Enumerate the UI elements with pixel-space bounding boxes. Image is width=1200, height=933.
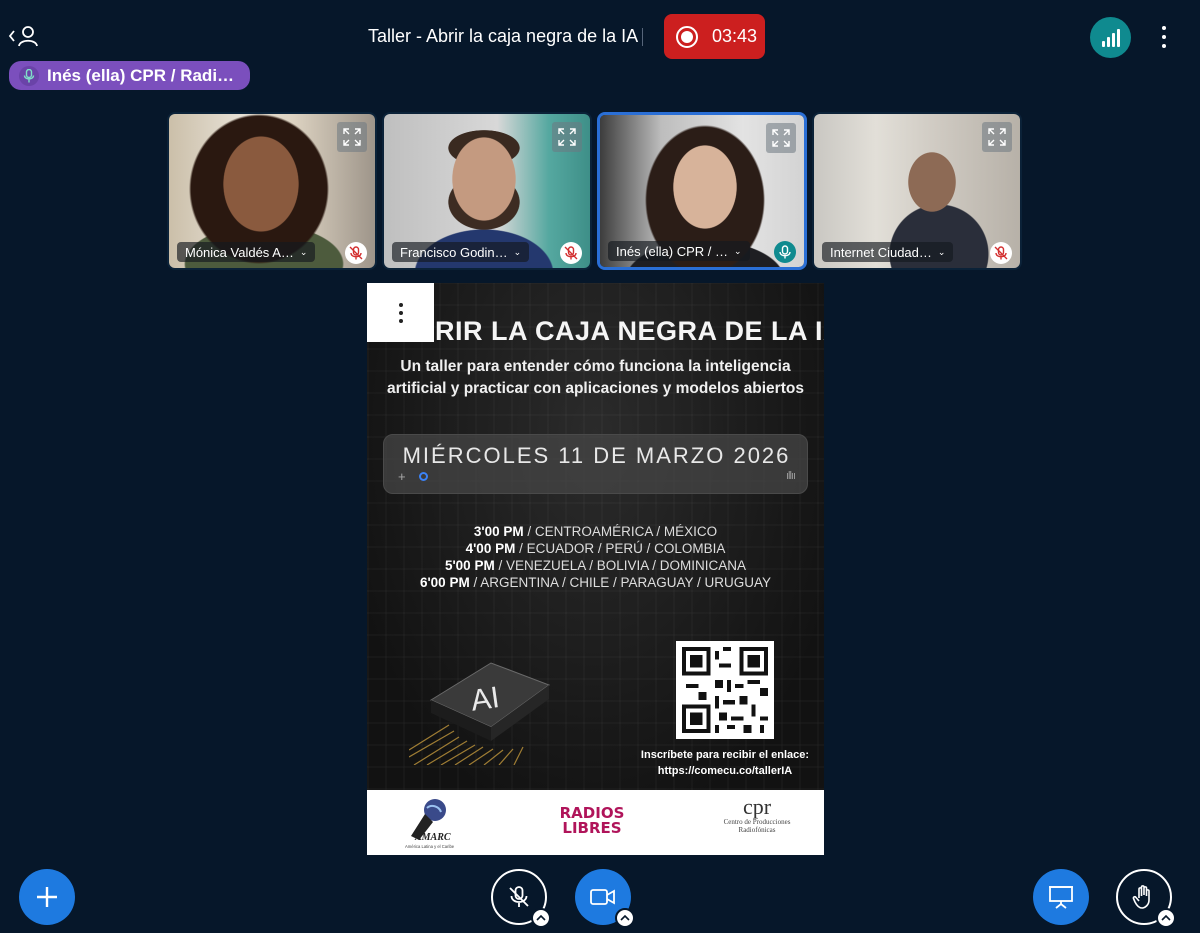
schedule-row: 3'00 PM / CENTROAMÉRICA / MÉXICO [367,523,824,540]
recording-timer: 03:43 [712,26,758,46]
record-icon [676,25,698,48]
camera-icon [590,889,615,905]
mic-icon [774,241,796,263]
meeting-title: Taller - Abrir la caja negra de la IA [368,26,639,46]
slide-subtitle-line: Un taller para entender cómo funciona la… [400,358,791,375]
reactions-caret[interactable] [1156,908,1176,928]
chevron-down-icon: ⌄ [733,245,742,256]
participant-name-dropdown[interactable]: Internet Ciudad… ⌄ [822,242,954,262]
hand-icon [1132,885,1150,909]
chevron-left-icon [8,30,15,42]
registration-cta: Inscríbete para recibir el enlace: https… [625,747,824,779]
chevron-up-icon [620,914,630,921]
slide-subtitle-line: artificial y practicar con aplicaciones … [387,380,804,397]
schedule-places: / ECUADOR / PERÚ / COLOMBIA [515,541,726,556]
participant-name: Inés (ella) CPR / … [616,243,728,259]
plus-icon [37,887,57,907]
chevron-down-icon: ⌄ [937,246,946,257]
fullscreen-button[interactable] [337,122,367,152]
more-vertical-icon [1162,26,1166,30]
globe-icon [419,472,428,481]
audio-wave-icon: ıllıı [785,470,796,482]
user-list-toggle-button[interactable] [8,22,42,50]
cpr-logo-mark: cpr [742,794,772,819]
fullscreen-icon [558,128,576,146]
svg-text:América Latina y el Caribe: América Latina y el Caribe [405,844,455,849]
fullscreen-button[interactable] [766,123,796,153]
talking-user-name: Inés (ella) CPR / Radi… [47,65,235,85]
mic-off-icon [345,242,367,264]
talking-indicator[interactable]: Inés (ella) CPR / Radi… [9,61,250,90]
radios-logo-line: LIBRES [562,819,622,837]
participant-name: Internet Ciudad… [830,244,932,260]
participant-name-dropdown[interactable]: Inés (ella) CPR / … ⌄ [608,241,750,261]
fullscreen-icon [343,128,361,146]
participant-name: Francisco Godin… [400,244,508,260]
chip-label: AI [469,681,502,718]
video-tile[interactable]: Mónica Valdés A… ⌄ [167,112,377,270]
date-banner: MIÉRCOLES 11 DE MARZO 2026 + ıllıı [383,434,808,494]
presentation-button[interactable] [1033,869,1089,925]
schedule-row: 4'00 PM / ECUADOR / PERÚ / COLOMBIA [367,540,824,557]
signal-bars-icon [1101,41,1105,47]
fullscreen-button[interactable] [982,122,1012,152]
radios-libres-logo: RADIOS LIBRES [549,806,635,836]
registration-cta-text: Inscríbete para recibir el enlace: [640,749,810,761]
mic-off-icon [560,242,582,264]
title-divider [642,28,643,46]
mic-icon [19,65,39,86]
schedule-time: 3'00 PM [473,524,524,539]
schedule-time: 5'00 PM [444,558,495,573]
video-settings-caret[interactable] [615,908,635,928]
slide-footer-logos: AMARC América Latina y el Caribe RADIOS … [367,790,824,855]
user-list-icon [18,26,38,47]
amarc-logo: AMARC América Latina y el Caribe [405,796,465,850]
chevron-up-icon [1161,914,1171,921]
top-bar: Taller - Abrir la caja negra de la IA 03… [0,0,1200,60]
ai-chip-illustration: AI [409,662,551,765]
presentation-slide: RIR LA CAJA NEGRA DE LA IA Un taller par… [367,283,824,855]
chevron-up-icon [536,914,546,921]
chevron-down-icon: ⌄ [513,246,522,257]
fullscreen-icon [988,128,1006,146]
schedule-list: 3'00 PM / CENTROAMÉRICA / MÉXICO 4'00 PM… [367,523,824,591]
chevron-down-icon: ⌄ [299,246,308,257]
schedule-row: 5'00 PM / VENEZUELA / BOLIVIA / DOMINICA… [367,557,824,574]
audio-settings-caret[interactable] [531,908,551,928]
schedule-time: 6'00 PM [419,575,470,590]
participant-name-dropdown[interactable]: Mónica Valdés A… ⌄ [177,242,316,262]
presentation-menu-button[interactable] [367,283,434,342]
slide-title-text: RIR LA CAJA NEGRA DE LA IA [435,316,824,346]
qr-code[interactable] [676,641,774,739]
schedule-time: 4'00 PM [465,541,516,556]
slide-title: RIR LA CAJA NEGRA DE LA IA [387,316,824,347]
fullscreen-button[interactable] [552,122,582,152]
event-date: MIÉRCOLES 11 DE MARZO 2026 [402,443,791,468]
participant-name: Mónica Valdés A… [185,244,294,260]
mic-off-icon [509,886,529,907]
participant-name-dropdown[interactable]: Francisco Godin… ⌄ [392,242,530,262]
svg-text:AMARC: AMARC [414,832,451,843]
plus-icon: + [398,469,406,484]
presentation-icon [1049,886,1073,909]
schedule-places: / CENTROAMÉRICA / MÉXICO [523,524,718,539]
slide-subtitle: Un taller para entender cómo funciona la… [367,356,824,400]
fullscreen-icon [772,129,790,147]
actions-button[interactable] [19,869,75,925]
video-tile[interactable]: Francisco Godin… ⌄ [382,112,592,270]
mic-off-icon [990,242,1012,264]
recording-button[interactable]: 03:43 [664,14,765,59]
schedule-places: / ARGENTINA / CHILE / PARAGUAY / URUGUAY [469,575,772,590]
more-vertical-icon [398,302,403,307]
schedule-row: 6'00 PM / ARGENTINA / CHILE / PARAGUAY /… [367,574,824,591]
schedule-places: / VENEZUELA / BOLIVIA / DOMINICANA [494,558,747,573]
cpr-logo-caption: Centro de Producciones Radiofónicas [723,818,791,834]
registration-link[interactable]: https://comecu.co/tallerIA [625,763,824,779]
video-tile-active-speaker[interactable]: Inés (ella) CPR / … ⌄ [597,112,807,270]
cpr-logo: cpr Centro de Producciones Radiofónicas [722,794,792,835]
video-tile[interactable]: Internet Ciudad… ⌄ [812,112,1022,270]
options-menu-button[interactable] [1152,24,1176,50]
connection-status-button[interactable] [1090,17,1131,58]
